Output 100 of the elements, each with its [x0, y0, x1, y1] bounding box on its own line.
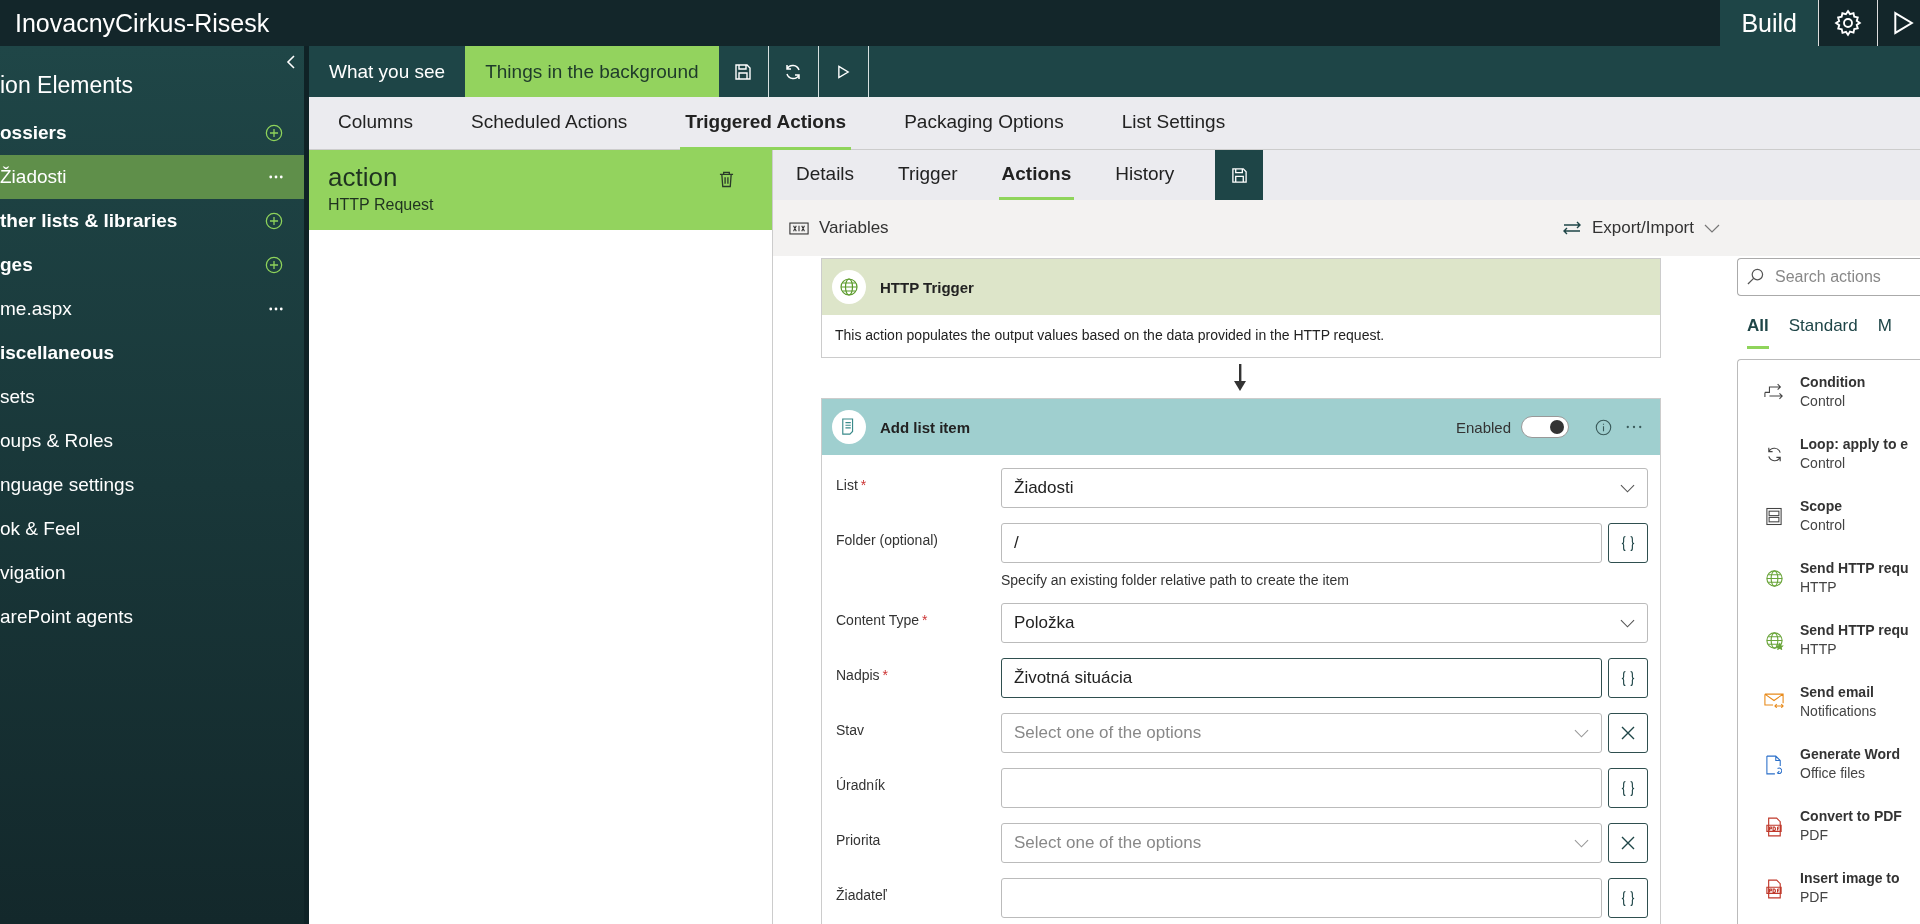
close-icon[interactable]: [1621, 726, 1635, 740]
enabled-toggle[interactable]: [1521, 416, 1569, 438]
detail-tab[interactable]: History: [1112, 150, 1178, 200]
info-icon[interactable]: [1595, 418, 1612, 436]
globe-icon: [1764, 631, 1784, 650]
sidebar-section[interactable]: ther lists & libraries: [0, 199, 304, 243]
chevron-down-icon[interactable]: [1620, 618, 1635, 628]
dropdown-field[interactable]: Žiadosti: [1001, 468, 1648, 508]
chevron-down-icon[interactable]: [1620, 483, 1635, 493]
category-tab[interactable]: All: [1747, 316, 1769, 349]
field-label: Stav: [836, 722, 864, 738]
enabled-label: Enabled: [1455, 418, 1511, 436]
expression-button[interactable]: [1608, 878, 1648, 918]
braces-icon[interactable]: [1621, 889, 1635, 907]
text-field[interactable]: [1001, 768, 1602, 808]
required-mark: *: [882, 667, 889, 683]
text-field[interactable]: [1001, 878, 1602, 918]
action-item[interactable]: Send HTTP requ HTTP: [1738, 616, 1920, 678]
list-tab[interactable]: Scheduled Actions: [466, 97, 633, 150]
expression-button[interactable]: [1608, 523, 1648, 563]
arrow-icon: [1233, 364, 1247, 392]
required-mark: *: [860, 477, 867, 493]
expression-button[interactable]: [1608, 658, 1648, 698]
braces-icon[interactable]: [1621, 779, 1635, 797]
list-tab[interactable]: Packaging Options: [899, 97, 1069, 150]
braces-icon[interactable]: [1621, 534, 1635, 552]
list-tab[interactable]: List Settings: [1116, 97, 1231, 150]
sidebar-item[interactable]: nguage settings: [0, 463, 304, 507]
chevron-down-icon[interactable]: [1704, 223, 1720, 233]
close-icon[interactable]: [1621, 836, 1635, 850]
action-item[interactable]: Loop: apply to e Control: [1738, 430, 1920, 492]
action-item[interactable]: Scope Control: [1738, 492, 1920, 554]
chevron-down-icon[interactable]: [1574, 838, 1589, 848]
build-tab[interactable]: Build: [1720, 0, 1818, 46]
action-item[interactable]: Generate Word Office files: [1738, 740, 1920, 802]
view-tab[interactable]: Things in the background: [465, 46, 719, 97]
field-label: Úradník: [836, 777, 886, 793]
expression-button[interactable]: [1608, 768, 1648, 808]
variables-icon[interactable]: [789, 221, 809, 235]
save-icon[interactable]: [1230, 166, 1248, 184]
sidebar-section[interactable]: iscellaneous: [0, 331, 304, 375]
action-item[interactable]: Send email Notifications: [1738, 678, 1920, 740]
clear-button[interactable]: [1608, 713, 1648, 753]
export-import-button[interactable]: Export/Import: [1561, 218, 1720, 238]
dropdown-field[interactable]: Select one of the options: [1001, 823, 1602, 863]
action-item[interactable]: Insert image to PDF: [1738, 864, 1920, 924]
action-card[interactable]: action HTTP Request: [309, 150, 772, 230]
action-category: PDF: [1800, 827, 1829, 843]
sidebar-item[interactable]: vigation: [0, 551, 304, 595]
trigger-description: This action populates the output values based on the data provided in the HTTP request.: [834, 326, 1386, 345]
chevron-left-icon[interactable]: [286, 54, 296, 70]
text-field[interactable]: Životná situácia: [1001, 658, 1602, 698]
action-name: Send HTTP requ: [1800, 622, 1909, 638]
save-icon[interactable]: [734, 62, 753, 81]
action-item[interactable]: Convert to PDF PDF: [1738, 802, 1920, 864]
list-tab[interactable]: Columns: [333, 97, 418, 150]
sidebar-section[interactable]: ossiers: [0, 111, 304, 155]
dropdown-field[interactable]: Select one of the options: [1001, 713, 1602, 753]
action-name: Convert to PDF: [1800, 808, 1902, 824]
braces-icon[interactable]: [1621, 669, 1635, 687]
action-name: Send email: [1800, 684, 1875, 700]
sidebar-section[interactable]: ges: [0, 243, 304, 287]
text-field[interactable]: /: [1001, 523, 1602, 563]
action-name: Insert image to: [1800, 870, 1900, 886]
action-category: HTTP: [1800, 579, 1838, 595]
dropdown-field[interactable]: Položka: [1001, 603, 1648, 643]
add-icon[interactable]: [265, 124, 283, 142]
action-category: Office files: [1800, 765, 1867, 781]
scope-icon: [1766, 507, 1782, 526]
category-tab[interactable]: M: [1877, 316, 1892, 349]
sidebar-item[interactable]: me.aspx: [0, 287, 304, 331]
category-tab[interactable]: Standard: [1788, 316, 1858, 349]
field-label: Folder (optional): [836, 532, 938, 548]
swap-arrows-icon[interactable]: [1561, 221, 1582, 235]
action-item[interactable]: Send HTTP requ HTTP: [1738, 554, 1920, 616]
trigger-card[interactable]: HTTP Trigger This action populates the output values based on the data provided in the HTTP request.: [821, 258, 1661, 358]
more-icon[interactable]: [269, 307, 283, 311]
clear-button[interactable]: [1608, 823, 1648, 863]
add-icon[interactable]: [265, 212, 283, 230]
action-item[interactable]: Condition Control: [1738, 368, 1920, 430]
trash-icon[interactable]: [719, 170, 734, 188]
pdf-icon: [1766, 879, 1782, 899]
sidebar-item[interactable]: arePoint agents: [0, 595, 304, 639]
sidebar-item[interactable]: sets: [0, 375, 304, 419]
action-name: Send HTTP requ: [1800, 560, 1909, 576]
chevron-down-icon[interactable]: [1574, 728, 1589, 738]
sidebar-item[interactable]: Žiadosti: [0, 155, 304, 199]
field-label: Žiadateľ: [836, 887, 887, 903]
search-icon: [1747, 268, 1764, 285]
detail-tab[interactable]: Trigger: [895, 150, 961, 200]
search-field[interactable]: Search actions: [1737, 258, 1920, 296]
view-tab[interactable]: What you see: [309, 46, 466, 97]
detail-tab[interactable]: Details: [793, 150, 858, 200]
add-icon[interactable]: [265, 256, 283, 274]
app-title: InovacnyCirkus-Risesk: [14, 8, 270, 38]
variables-button[interactable]: Variables: [789, 218, 889, 238]
globe-icon: [1764, 569, 1784, 588]
save-button[interactable]: [1215, 150, 1264, 200]
sidebar-item[interactable]: oups & Roles: [0, 419, 304, 463]
sidebar-item[interactable]: ok & Feel: [0, 507, 304, 551]
